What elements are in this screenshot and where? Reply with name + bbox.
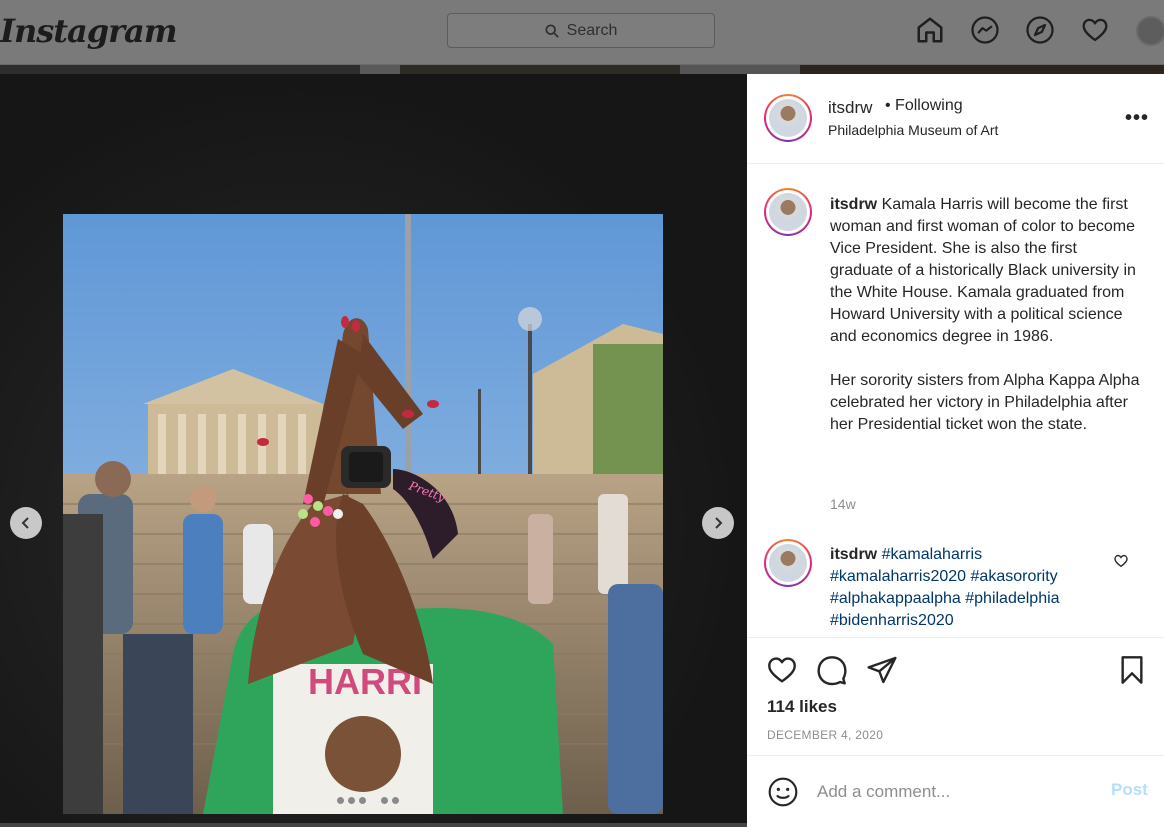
profile-avatar[interactable] <box>1136 16 1164 46</box>
more-options-icon[interactable]: ••• <box>1125 107 1149 130</box>
post-comment-button[interactable]: Post <box>1111 780 1148 800</box>
post-location[interactable]: Philadelphia Museum of Art <box>828 122 998 138</box>
caption-text-2: Her sorority sisters from Alpha Kappa Al… <box>830 372 1140 433</box>
caption-time[interactable]: 14w <box>830 496 856 512</box>
post-media-area: HARRI Pretty <box>0 74 747 823</box>
caption-username[interactable]: itsdrw <box>830 196 877 213</box>
carousel-next-button[interactable] <box>702 507 734 539</box>
caption-text-1: Kamala Harris will become the first woma… <box>830 196 1136 345</box>
hashtag-link[interactable]: #alphakappaalpha <box>830 590 961 607</box>
hashtag-link[interactable]: #kamalaharris <box>882 546 982 563</box>
carousel-dot <box>348 797 355 804</box>
save-bookmark-icon[interactable] <box>1116 654 1148 686</box>
post-date: DECEMBER 4, 2020 <box>767 728 884 742</box>
like-heart-icon[interactable] <box>766 654 798 686</box>
add-comment-bar: Post <box>747 755 1164 827</box>
hashtag-comment: itsdrw #kamalaharris #kamalaharris2020 #… <box>830 544 1100 632</box>
author-username[interactable]: itsdrw <box>828 98 872 118</box>
carousel-dots <box>337 797 399 804</box>
carousel-dot <box>359 797 366 804</box>
carousel-dot-active <box>370 797 377 804</box>
comment-input[interactable] <box>817 780 1097 804</box>
top-navbar: Instagram Search <box>0 0 1164 65</box>
photo-illustration: HARRI Pretty <box>63 214 663 814</box>
comments-section: itsdrw Kamala Harris will become the fir… <box>747 165 1164 637</box>
hashtag-link[interactable]: #kamalaharris2020 <box>830 568 966 585</box>
comment-bubble-icon[interactable] <box>816 654 848 686</box>
chevron-right-icon <box>715 517 723 529</box>
comment-like-icon[interactable] <box>1113 553 1129 569</box>
carousel-dot <box>381 797 388 804</box>
following-label[interactable]: • Following <box>885 97 963 115</box>
post-side-panel: itsdrw • Following Philadelphia Museum o… <box>747 74 1164 827</box>
search-box[interactable]: Search <box>447 13 715 48</box>
search-placeholder: Search <box>566 21 618 39</box>
hashtag-link[interactable]: #akasorority <box>971 568 1058 585</box>
search-icon <box>545 23 559 38</box>
emoji-icon[interactable] <box>767 776 799 808</box>
post-caption: itsdrw Kamala Harris will become the fir… <box>830 194 1140 458</box>
chevron-left-icon <box>21 517 29 529</box>
carousel-dot <box>337 797 344 804</box>
share-paper-plane-icon[interactable] <box>866 654 898 686</box>
comment-avatar[interactable] <box>764 539 812 587</box>
post-actions: 114 likes DECEMBER 4, 2020 <box>747 637 1164 755</box>
activity-heart-icon[interactable] <box>1079 14 1111 46</box>
messenger-icon[interactable] <box>969 14 1001 46</box>
comment-username[interactable]: itsdrw <box>830 546 877 563</box>
instagram-logo[interactable]: Instagram <box>0 12 178 50</box>
explore-icon[interactable] <box>1024 14 1056 46</box>
home-icon[interactable] <box>914 14 946 46</box>
carousel-dot <box>392 797 399 804</box>
author-avatar[interactable] <box>764 94 812 142</box>
likes-count[interactable]: 114 likes <box>767 697 837 717</box>
caption-avatar[interactable] <box>764 188 812 236</box>
hashtag-link[interactable]: #bidenharris2020 <box>830 612 954 629</box>
post-photo: HARRI Pretty <box>63 214 663 814</box>
hashtag-link[interactable]: #philadelphia <box>965 590 1059 607</box>
post-header: itsdrw • Following Philadelphia Museum o… <box>747 74 1164 164</box>
carousel-prev-button[interactable] <box>10 507 42 539</box>
